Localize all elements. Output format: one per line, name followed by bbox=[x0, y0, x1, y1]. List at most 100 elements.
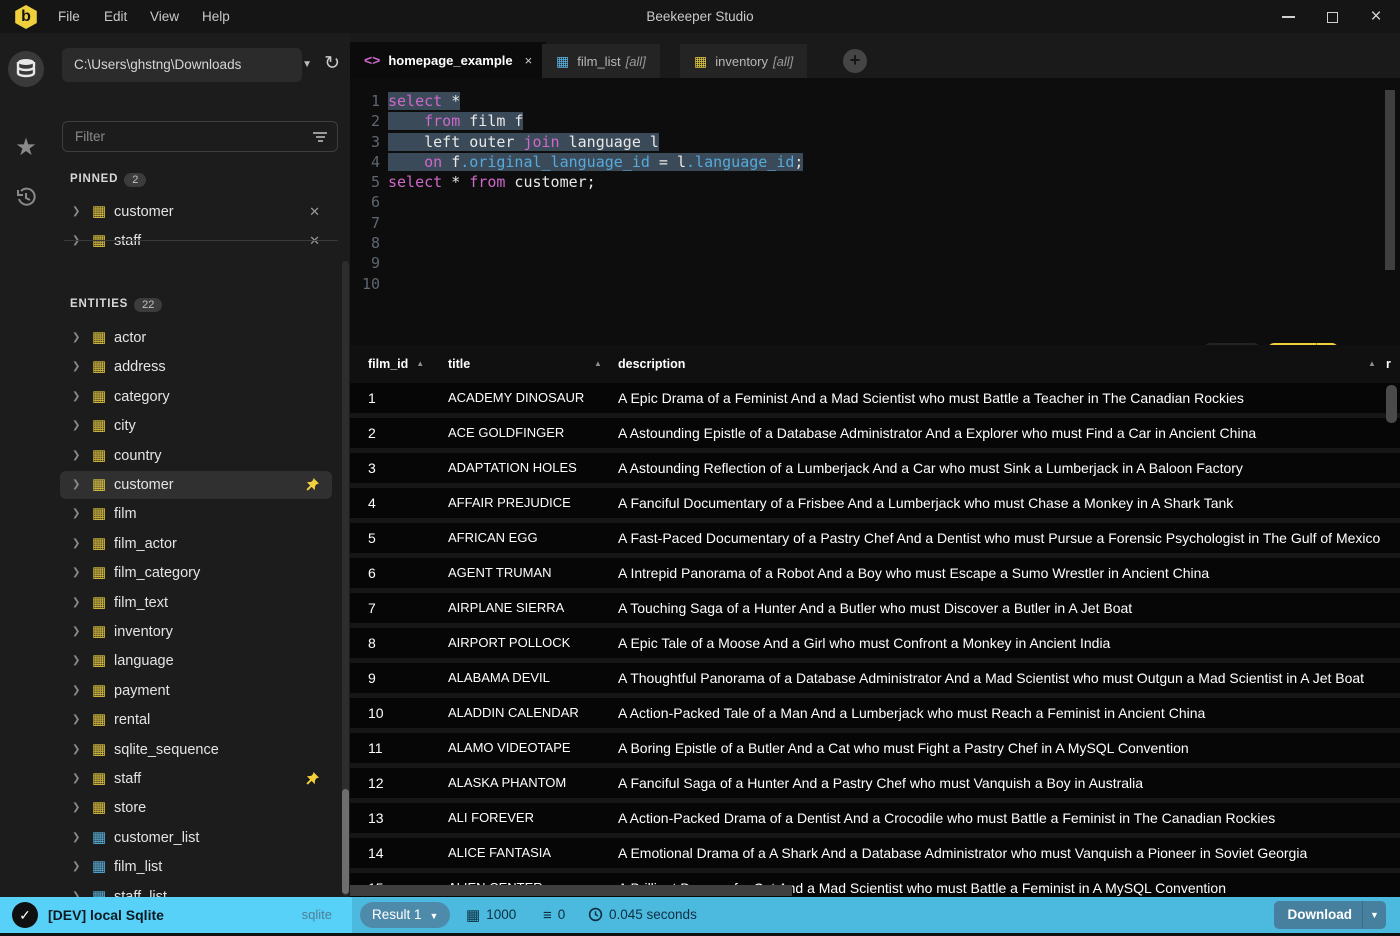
cell-desc[interactable]: A Fanciful Saga of a Hunter And a Pastry… bbox=[618, 768, 1400, 798]
sidebar-item-film_text[interactable]: ❯ ▦ film_text bbox=[60, 589, 332, 617]
entity-filter-input[interactable]: Filter bbox=[62, 121, 338, 152]
code-line-3[interactable]: 3 left outer join language l bbox=[350, 132, 803, 152]
sidebar-item-customer_list[interactable]: ❯ ▦ customer_list bbox=[60, 824, 332, 852]
tab-film-list[interactable]: ▦ film_list [all] bbox=[542, 44, 660, 78]
table-row[interactable]: 7 AIRPLANE SIERRA A Touching Saga of a Hun… bbox=[350, 593, 1400, 628]
sort-icon[interactable]: ▲ bbox=[416, 359, 424, 368]
download-button[interactable]: Download ▼ bbox=[1273, 901, 1386, 929]
code-line-6[interactable]: 6 bbox=[350, 192, 803, 212]
sidebar-item-country[interactable]: ❯ ▦ country bbox=[60, 442, 332, 470]
tab-homepage-example[interactable]: <> homepage_example × bbox=[350, 42, 547, 78]
cell-id[interactable]: 4 bbox=[368, 488, 448, 518]
code-line-2[interactable]: 2 from film f bbox=[350, 111, 803, 131]
cell-id[interactable]: 11 bbox=[368, 733, 448, 763]
sidebar-item-film_category[interactable]: ❯ ▦ film_category bbox=[60, 559, 332, 587]
table-row[interactable]: 1 ACADEMY DINOSAUR A Epic Drama of a Femin… bbox=[350, 383, 1400, 418]
filter-icon[interactable] bbox=[313, 132, 327, 145]
results-vertical-scrollbar[interactable] bbox=[1386, 385, 1397, 423]
cell-desc[interactable]: A Intrepid Panorama of a Robot And a Boy… bbox=[618, 558, 1400, 588]
cell-desc[interactable]: A Astounding Epistle of a Database Admin… bbox=[618, 418, 1400, 448]
results-horizontal-scrollbar[interactable] bbox=[350, 885, 792, 896]
cell-id[interactable]: 1 bbox=[368, 383, 448, 413]
table-row[interactable]: 9 ALABAMA DEVIL A Thoughtful Panorama of a… bbox=[350, 663, 1400, 698]
chevron-right-icon[interactable]: ❯ bbox=[72, 227, 80, 255]
column-header-title[interactable]: title ▲ bbox=[448, 345, 602, 383]
chevron-right-icon[interactable]: ❯ bbox=[72, 530, 80, 558]
table-row[interactable]: 5 AFRICAN EGG A Fast-Paced Documentary of … bbox=[350, 523, 1400, 558]
chevron-right-icon[interactable]: ❯ bbox=[72, 198, 80, 226]
pin-icon[interactable] bbox=[305, 477, 320, 496]
editor-scrollbar[interactable] bbox=[1385, 90, 1395, 270]
code-line-5[interactable]: 5 select * from customer; bbox=[350, 172, 803, 192]
table-row[interactable]: 12 ALASKA PHANTOM A Fanciful Saga of a Hun… bbox=[350, 768, 1400, 803]
column-header-description[interactable]: description ▲ bbox=[618, 345, 1376, 383]
table-row[interactable]: 6 AGENT TRUMAN A Intrepid Panorama of a Ro… bbox=[350, 558, 1400, 593]
maximize-button[interactable] bbox=[1310, 0, 1354, 33]
pinned-item-staff[interactable]: ❯ ▦ staff ✕ bbox=[60, 227, 332, 255]
chevron-right-icon[interactable]: ❯ bbox=[72, 383, 80, 411]
cell-title[interactable]: ALABAMA DEVIL bbox=[448, 663, 618, 693]
cell-desc[interactable]: A Epic Tale of a Moose And a Girl who mu… bbox=[618, 628, 1400, 658]
cell-desc[interactable]: A Action-Packed Drama of a Dentist And a… bbox=[618, 803, 1400, 833]
cell-title[interactable]: AGENT TRUMAN bbox=[448, 558, 618, 588]
code-line-4[interactable]: 4 on f.original_language_id = l.language… bbox=[350, 152, 804, 172]
sidebar-item-rental[interactable]: ❯ ▦ rental bbox=[60, 706, 332, 734]
cell-id[interactable]: 14 bbox=[368, 838, 448, 868]
pinned-item-customer[interactable]: ❯ ▦ customer ✕ bbox=[60, 198, 332, 226]
table-row[interactable]: 14 ALICE FANTASIA A Emotional Drama of a A… bbox=[350, 838, 1400, 873]
sidebar-item-film_actor[interactable]: ❯ ▦ film_actor bbox=[60, 530, 332, 558]
table-row[interactable]: 13 ALI FOREVER A Action-Packed Drama of a … bbox=[350, 803, 1400, 838]
sidebar-item-inventory[interactable]: ❯ ▦ inventory bbox=[60, 618, 332, 646]
cell-desc[interactable]: A Astounding Reflection of a Lumberjack … bbox=[618, 453, 1400, 483]
chevron-right-icon[interactable]: ❯ bbox=[72, 618, 80, 646]
cell-title[interactable]: ACE GOLDFINGER bbox=[448, 418, 618, 448]
cell-id[interactable]: 2 bbox=[368, 418, 448, 448]
tab-close-icon[interactable]: × bbox=[525, 53, 533, 68]
cell-id[interactable]: 13 bbox=[368, 803, 448, 833]
table-row[interactable]: 2 ACE GOLDFINGER A Astounding Epistle of a… bbox=[350, 418, 1400, 453]
cell-id[interactable]: 3 bbox=[368, 453, 448, 483]
cell-title[interactable]: AIRPORT POLLOCK bbox=[448, 628, 618, 658]
cell-id[interactable]: 6 bbox=[368, 558, 448, 588]
chevron-right-icon[interactable]: ❯ bbox=[72, 883, 80, 897]
code-line-10[interactable]: 10 bbox=[350, 274, 803, 294]
unpin-close-icon[interactable]: ✕ bbox=[309, 198, 320, 226]
chevron-right-icon[interactable]: ❯ bbox=[72, 824, 80, 852]
cell-id[interactable]: 7 bbox=[368, 593, 448, 623]
cell-id[interactable]: 8 bbox=[368, 628, 448, 658]
sidebar-scrollbar[interactable] bbox=[342, 261, 349, 896]
cell-desc[interactable]: A Epic Drama of a Feminist And a Mad Sci… bbox=[618, 383, 1400, 413]
chevron-right-icon[interactable]: ❯ bbox=[72, 794, 80, 822]
code-line-8[interactable]: 8 bbox=[350, 233, 803, 253]
column-header-partial[interactable]: r bbox=[1386, 345, 1391, 383]
code-line-9[interactable]: 9 bbox=[350, 253, 803, 273]
chevron-right-icon[interactable]: ❯ bbox=[72, 589, 80, 617]
chevron-right-icon[interactable]: ❯ bbox=[72, 559, 80, 587]
cell-desc[interactable]: A Emotional Drama of a A Shark And a Dat… bbox=[618, 838, 1400, 868]
connection-status[interactable]: ✓ [DEV] local Sqlite sqlite bbox=[0, 897, 352, 933]
sort-icon[interactable]: ▲ bbox=[594, 345, 602, 383]
cell-title[interactable]: AFRICAN EGG bbox=[448, 523, 618, 553]
cell-title[interactable]: ALICE FANTASIA bbox=[448, 838, 618, 868]
cell-id[interactable]: 5 bbox=[368, 523, 448, 553]
cell-id[interactable]: 12 bbox=[368, 768, 448, 798]
refresh-icon[interactable]: ↻ bbox=[324, 52, 340, 75]
cell-desc[interactable]: A Thoughtful Panorama of a Database Admi… bbox=[618, 663, 1400, 693]
unpin-close-icon[interactable]: ✕ bbox=[309, 227, 320, 255]
sidebar-item-film_list[interactable]: ❯ ▦ film_list bbox=[60, 853, 332, 881]
cell-title[interactable]: ALASKA PHANTOM bbox=[448, 768, 618, 798]
chevron-right-icon[interactable]: ❯ bbox=[72, 853, 80, 881]
chevron-right-icon[interactable]: ❯ bbox=[72, 647, 80, 675]
sidebar-item-category[interactable]: ❯ ▦ category bbox=[60, 383, 332, 411]
cell-title[interactable]: AIRPLANE SIERRA bbox=[448, 593, 618, 623]
table-row[interactable]: 10 ALADDIN CALENDAR A Action-Packed Tale o… bbox=[350, 698, 1400, 733]
table-row[interactable]: 8 AIRPORT POLLOCK A Epic Tale of a Moose A… bbox=[350, 628, 1400, 663]
code-line-1[interactable]: 1 select * bbox=[350, 91, 803, 111]
cell-title[interactable]: ALAMO VIDEOTAPE bbox=[448, 733, 618, 763]
cell-id[interactable]: 10 bbox=[368, 698, 448, 728]
cell-desc[interactable]: A Fanciful Documentary of a Frisbee And … bbox=[618, 488, 1400, 518]
cell-desc[interactable]: A Boring Epistle of a Butler And a Cat w… bbox=[618, 733, 1400, 763]
new-tab-button[interactable]: + bbox=[843, 49, 867, 73]
sql-editor[interactable]: 1 select * 2 from film f3 left outer join … bbox=[350, 78, 1400, 371]
chevron-right-icon[interactable]: ❯ bbox=[72, 442, 80, 470]
